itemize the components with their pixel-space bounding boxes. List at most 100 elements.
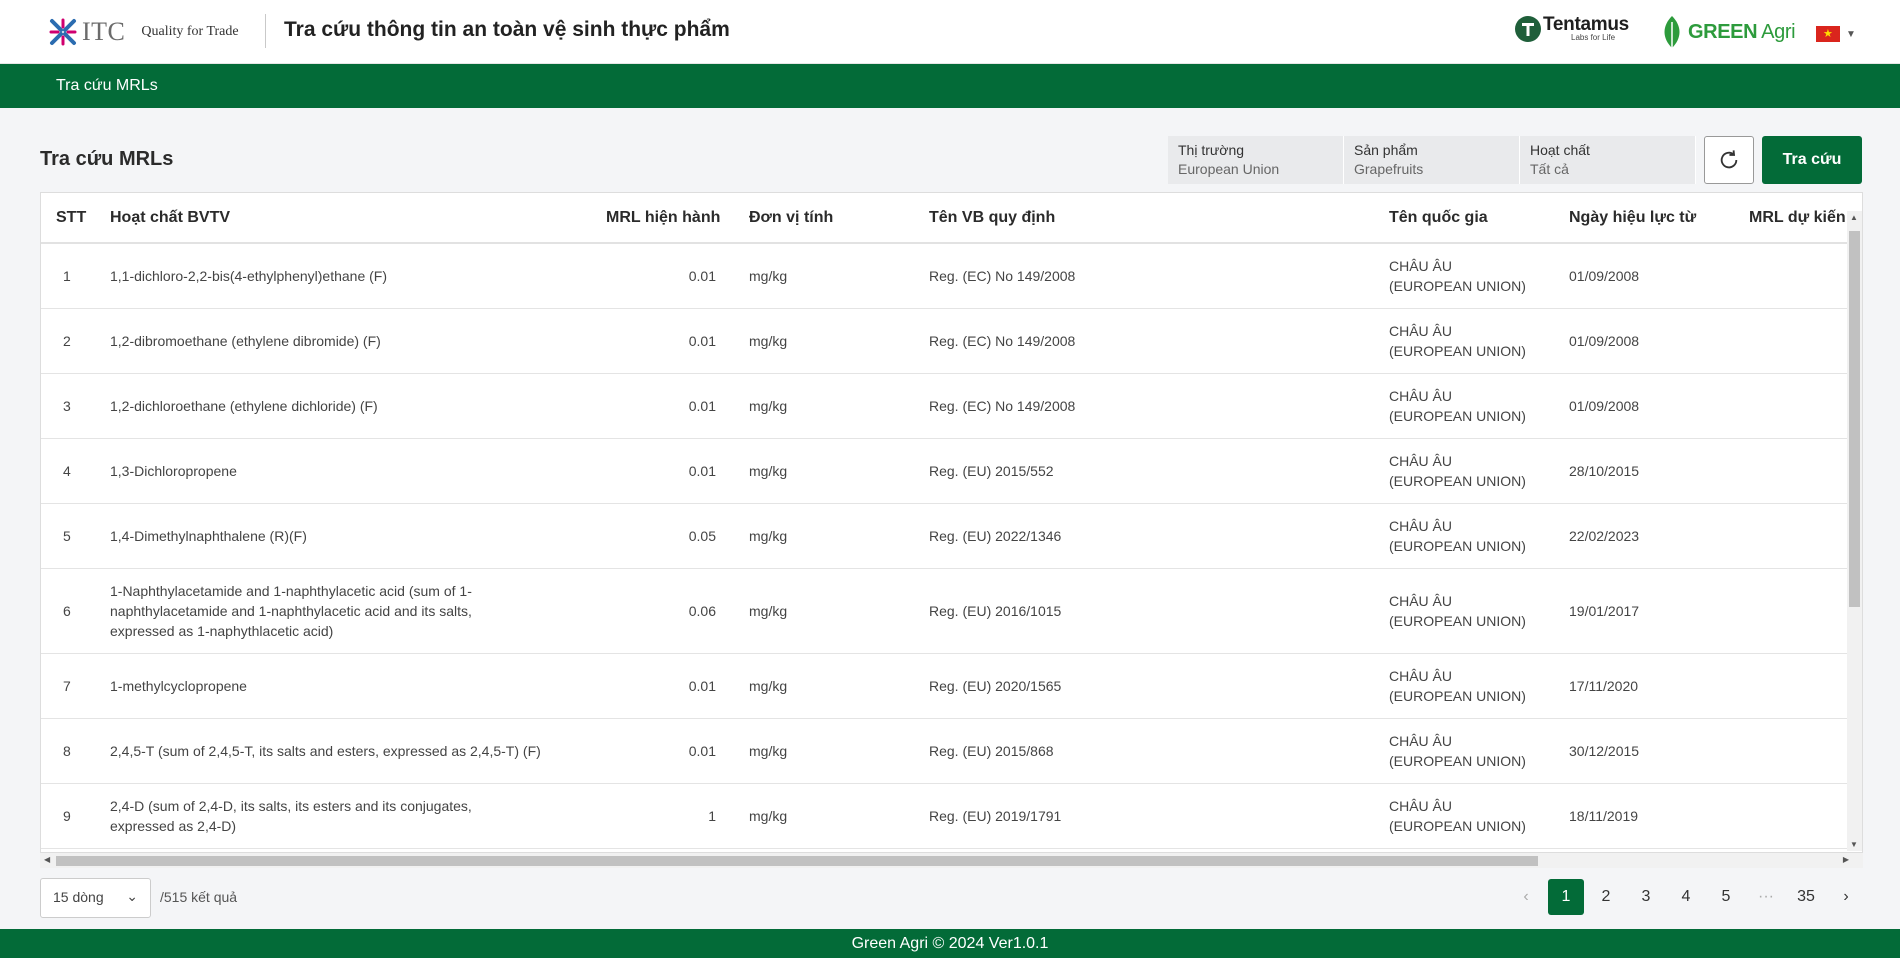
itc-logo[interactable]: ITC Quality for Trade	[48, 14, 239, 50]
cell-effective-date: 28/10/2015	[1569, 463, 1640, 479]
cell-mrl: 0.01	[688, 743, 716, 759]
vertical-scrollbar[interactable]: ▲ ▼	[1847, 211, 1862, 851]
cell-unit: mg/kg	[749, 528, 788, 544]
cell-country: CHÂU ÂU (EUROPEAN UNION)	[1389, 733, 1526, 769]
table-row[interactable]: 1 1,1-dichloro-2,2-bis(4-ethylphenyl)eth…	[41, 244, 1849, 309]
cell-substance: 2,4,5-T (sum of 2,4,5-T, its salts and e…	[110, 743, 541, 759]
pagination: ‹ 1 2 3 4 5 ··· 35 ›	[1508, 879, 1868, 915]
rows-per-page-select[interactable]: 15 dòng ⌄	[40, 878, 151, 918]
main-nav: Tra cứu MRLs	[0, 64, 1900, 108]
cell-country: CHÂU ÂU (EUROPEAN UNION)	[1389, 798, 1526, 834]
table-row[interactable]: 8 2,4,5-T (sum of 2,4,5-T, its salts and…	[41, 719, 1849, 784]
table-row[interactable]: 9 2,4-D (sum of 2,4-D, its salts, its es…	[41, 784, 1849, 849]
table-header: STT Hoạt chất BVTV MRL hiện hành Đơn vị …	[41, 193, 1849, 244]
cell-unit: mg/kg	[749, 603, 788, 619]
col-header-mrl-current[interactable]: MRL hiện hành	[606, 209, 720, 227]
table-row[interactable]: 7 1-methylcyclopropene 0.01 mg/kg Reg. (…	[41, 654, 1849, 719]
language-switcher[interactable]: ▼	[1816, 26, 1856, 42]
cell-regulation: Reg. (EU) 2019/1791	[929, 808, 1062, 824]
cell-mrl: 1	[708, 808, 716, 824]
table-row[interactable]: 6 1-Naphthylacetamide and 1-naphthylacet…	[41, 569, 1849, 654]
cell-mrl: 0.01	[688, 398, 716, 414]
vietnam-flag-icon	[1816, 26, 1840, 42]
filter-product-value: Grapefruits	[1354, 161, 1424, 177]
cell-substance: 1,3-Dichloropropene	[110, 463, 237, 479]
tentamus-name: Tentamus	[1543, 14, 1629, 35]
cell-country: CHÂU ÂU (EUROPEAN UNION)	[1389, 518, 1526, 554]
rows-per-page-value: 15 dòng	[53, 889, 104, 905]
tentamus-logo[interactable]: Tentamus Labs for Life	[1513, 14, 1629, 44]
cell-unit: mg/kg	[749, 678, 788, 694]
prev-page-button[interactable]: ‹	[1508, 879, 1544, 915]
col-header-effective-date[interactable]: Ngày hiệu lực từ	[1569, 209, 1696, 227]
filter-product-label: Sản phẩm	[1354, 142, 1418, 158]
horizontal-scrollbar[interactable]: ◀ ▶	[40, 852, 1863, 868]
cell-mrl: 0.01	[688, 463, 716, 479]
filter-product[interactable]: Sản phẩm Grapefruits	[1344, 136, 1520, 184]
cell-unit: mg/kg	[749, 268, 788, 284]
next-page-button[interactable]: ›	[1828, 879, 1864, 915]
cell-mrl: 0.05	[688, 528, 716, 544]
cell-substance: 2,4-D (sum of 2,4-D, its salts, its este…	[110, 798, 472, 834]
page-button-1[interactable]: 1	[1548, 879, 1584, 915]
green-agri-logo[interactable]: GREEN Agri	[1660, 14, 1796, 50]
search-button[interactable]: Tra cứu	[1762, 136, 1862, 184]
itc-logo-text: ITC	[82, 17, 126, 46]
cell-substance: 1,2-dibromoethane (ethylene dibromide) (…	[110, 333, 381, 349]
filter-substance-value: Tất cả	[1530, 161, 1569, 177]
page-button-2[interactable]: 2	[1588, 879, 1624, 915]
itc-tagline: Quality for Trade	[141, 24, 239, 39]
cell-stt: 1	[63, 268, 71, 284]
cell-stt: 3	[63, 398, 71, 414]
page-button-35[interactable]: 35	[1788, 879, 1824, 915]
filter-market-label: Thị trường	[1178, 142, 1245, 158]
filter-bar: Thị trường European Union Sản phẩm Grape…	[1168, 136, 1696, 184]
page-title: Tra cứu thông tin an toàn vệ sinh thực p…	[284, 18, 730, 41]
vertical-scroll-thumb[interactable]	[1849, 231, 1860, 607]
scroll-up-icon[interactable]: ▲	[1850, 213, 1858, 222]
refresh-icon	[1720, 150, 1738, 169]
page-button-3[interactable]: 3	[1628, 879, 1664, 915]
cell-stt: 6	[63, 603, 71, 619]
col-header-mrl-planned[interactable]: MRL dự kiến	[1749, 209, 1849, 227]
table-row[interactable]: 4 1,3-Dichloropropene 0.01 mg/kg Reg. (E…	[41, 439, 1849, 504]
table-body: 1 1,1-dichloro-2,2-bis(4-ethylphenyl)eth…	[41, 244, 1849, 849]
page-ellipsis[interactable]: ···	[1748, 879, 1784, 915]
col-header-country[interactable]: Tên quốc gia	[1389, 209, 1488, 227]
filter-substance[interactable]: Hoạt chất Tất cả	[1520, 136, 1696, 184]
col-header-unit[interactable]: Đơn vị tính	[749, 209, 833, 227]
scroll-left-icon[interactable]: ◀	[44, 855, 50, 864]
table-row[interactable]: 5 1,4-Dimethylnaphthalene (R)(F) 0.05 mg…	[41, 504, 1849, 569]
cell-country: CHÂU ÂU (EUROPEAN UNION)	[1389, 258, 1526, 294]
nav-item-mrls[interactable]: Tra cứu MRLs	[56, 77, 158, 95]
page-button-5[interactable]: 5	[1708, 879, 1744, 915]
scroll-right-icon[interactable]: ▶	[1843, 855, 1849, 864]
col-header-substance[interactable]: Hoạt chất BVTV	[110, 209, 230, 227]
cell-mrl: 0.01	[688, 333, 716, 349]
cell-country: CHÂU ÂU (EUROPEAN UNION)	[1389, 323, 1526, 359]
refresh-button[interactable]	[1704, 136, 1754, 184]
col-header-regulation[interactable]: Tên VB quy định	[929, 209, 1055, 227]
table-row[interactable]: 3 1,2-dichloroethane (ethylene dichlorid…	[41, 374, 1849, 439]
page-button-4[interactable]: 4	[1668, 879, 1704, 915]
filter-market-value: European Union	[1178, 161, 1280, 177]
cell-effective-date: 01/09/2008	[1569, 398, 1640, 414]
cell-unit: mg/kg	[749, 398, 788, 414]
cell-stt: 5	[63, 528, 71, 544]
col-header-stt[interactable]: STT	[56, 209, 86, 227]
chevron-down-icon: ▼	[1846, 28, 1856, 40]
cell-country: CHÂU ÂU (EUROPEAN UNION)	[1389, 668, 1526, 704]
cell-effective-date: 01/09/2008	[1569, 333, 1640, 349]
horizontal-scroll-thumb[interactable]	[56, 856, 1538, 866]
cell-substance: 1-methylcyclopropene	[110, 678, 247, 694]
leaf-icon	[1664, 16, 1680, 48]
cell-regulation: Reg. (EU) 2016/1015	[929, 603, 1062, 619]
table-row[interactable]: 2 1,2-dibromoethane (ethylene dibromide)…	[41, 309, 1849, 374]
filter-market[interactable]: Thị trường European Union	[1168, 136, 1344, 184]
cell-stt: 8	[63, 743, 71, 759]
filter-substance-label: Hoạt chất	[1530, 142, 1590, 158]
scroll-down-icon[interactable]: ▼	[1850, 840, 1858, 849]
cell-unit: mg/kg	[749, 808, 788, 824]
section-title: Tra cứu MRLs	[40, 148, 174, 170]
cell-unit: mg/kg	[749, 463, 788, 479]
